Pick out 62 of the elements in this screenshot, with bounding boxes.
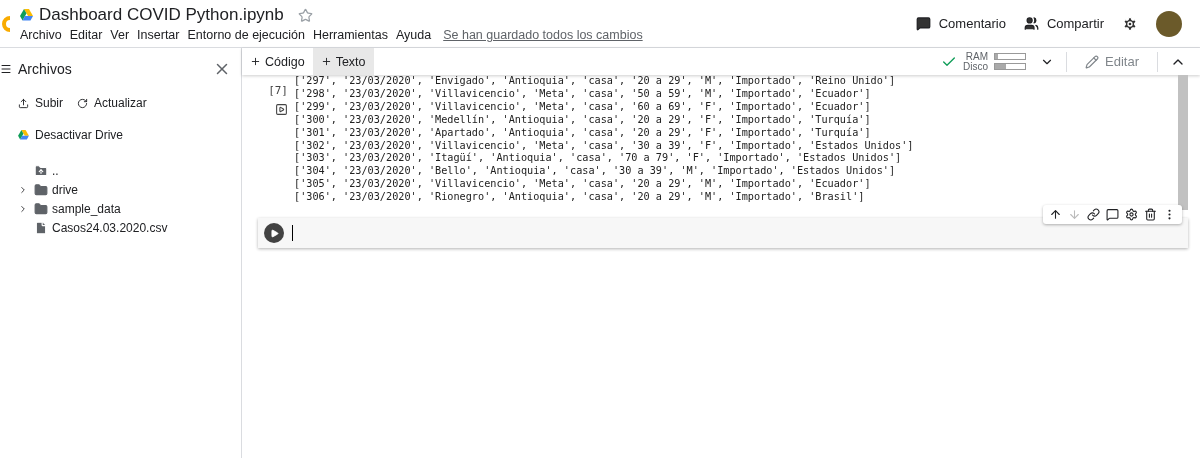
file-tree-item[interactable]: sample_data	[18, 200, 241, 217]
output-line: ['306', '23/03/2020', 'Rionegro', 'Antioquia', 'casa', '20 a 29', 'M', 'Importado', 'Brasil']	[294, 191, 866, 205]
output-line: ['302', '23/03/2020', 'Villavicencio', 'Meta', 'casa', '30 a 39', 'F', 'Importado', 'Estados Unidos']	[294, 139, 914, 152]
play-icon	[269, 228, 279, 238]
comment-button[interactable]: Comentario	[915, 16, 1006, 31]
comment-icon[interactable]	[1106, 208, 1119, 221]
plus-icon	[250, 56, 261, 67]
menu-item[interactable]: Ayuda	[396, 28, 432, 42]
share-button[interactable]: Compartir	[1023, 16, 1104, 31]
menu-icon[interactable]	[0, 63, 12, 75]
sidebar-title: Archivos	[18, 61, 73, 77]
arrow-up-icon[interactable]	[1049, 208, 1062, 221]
star-icon[interactable]	[297, 7, 313, 23]
file-tree-item[interactable]: Casos24.03.2020.csv	[18, 219, 241, 236]
menu-item[interactable]: Herramientas	[312, 28, 388, 42]
refresh-button[interactable]: Actualizar	[77, 96, 147, 110]
menu-item[interactable]: Archivo	[20, 28, 62, 42]
logo-icon	[0, 15, 10, 32]
output-line: ['303', '23/03/2020', 'Itagüí', 'Antioquia', 'casa', '70 a 79', 'F', 'Importado', 'Estados Unidos']	[294, 152, 903, 166]
refresh-icon	[77, 97, 88, 109]
execution-count: [7]	[268, 84, 288, 97]
caret-icon[interactable]	[18, 203, 28, 214]
upload-icon	[18, 97, 29, 109]
menu-item[interactable]: Insertar	[137, 28, 180, 42]
output-icon[interactable]	[275, 103, 288, 116]
output-line: ['301', '23/03/2020', 'Apartado', 'Antioquia', 'casa', '20 a 29', 'F', 'Importado', 'Turquía']	[294, 126, 872, 140]
output-line: ['300', '23/03/2020', 'Medellín', 'Antioquia', 'casa', '20 a 29', 'F', 'Importado', 'Turquía']	[294, 113, 872, 127]
file-tree-item[interactable]: ..	[18, 162, 241, 179]
link-icon[interactable]	[1087, 208, 1100, 221]
settings-icon[interactable]	[1125, 208, 1138, 221]
resource-meter[interactable]: RAM Disco	[963, 51, 1027, 72]
trash-icon[interactable]	[1144, 208, 1157, 221]
comment-icon	[915, 16, 931, 31]
save-status-link[interactable]: Se han guardado todos los cambios	[443, 28, 643, 42]
output-line: ['299', '23/03/2020', 'Villavicencio', 'Meta', 'casa', '60 a 69', 'F', 'Importado', 'Ecuador']	[294, 100, 872, 114]
menu-item[interactable]: Editar	[69, 28, 103, 42]
unmount-drive-button[interactable]: Desactivar Drive	[0, 116, 241, 154]
avatar[interactable]	[1156, 10, 1182, 37]
file-icon	[34, 220, 48, 235]
notebook-title[interactable]: Dashboard COVID Python.ipynb	[39, 5, 284, 25]
upload-button[interactable]: Subir	[18, 96, 63, 110]
add-cell-button[interactable]: Texto	[312, 48, 374, 75]
file-tree-item[interactable]: drive	[18, 181, 241, 198]
folder-up-icon	[34, 163, 48, 178]
folder-icon	[34, 182, 48, 197]
add-cell-button[interactable]: Código	[242, 48, 313, 75]
caret-icon[interactable]	[18, 184, 28, 195]
output-line: ['305', '23/03/2020', 'Villavicencio', 'Meta', 'casa', '20 a 29', 'M', 'Importado', 'Ecuador']	[294, 178, 872, 192]
edit-button[interactable]: Editar	[1079, 53, 1145, 70]
folder-icon	[34, 201, 48, 216]
pencil-icon	[1085, 54, 1100, 69]
output-line: ['297', '23/03/2020', 'Envigado', 'Antioquia', 'casa', '20 a 29', 'M', 'Importado', 'Reino Unido']	[294, 75, 897, 88]
output-line: ['304', '23/03/2020', 'Bello', 'Antioquia', 'casa', '30 a 39', 'M', 'Importado', 'Estados Unidos']	[294, 165, 897, 179]
code-cell[interactable]	[258, 218, 1188, 248]
output-line: ['298', '23/03/2020', 'Villavicencio', 'Meta', 'casa', '50 a 59', 'M', 'Importado', 'Ecuador']	[294, 87, 872, 101]
people-icon	[1023, 16, 1039, 31]
menu-item[interactable]: Entorno de ejecución	[187, 28, 305, 42]
run-button[interactable]	[264, 223, 284, 243]
drive-icon	[18, 130, 29, 140]
plus-icon	[320, 56, 332, 67]
drive-icon	[20, 9, 33, 21]
menu-item[interactable]: Ver	[110, 28, 130, 42]
